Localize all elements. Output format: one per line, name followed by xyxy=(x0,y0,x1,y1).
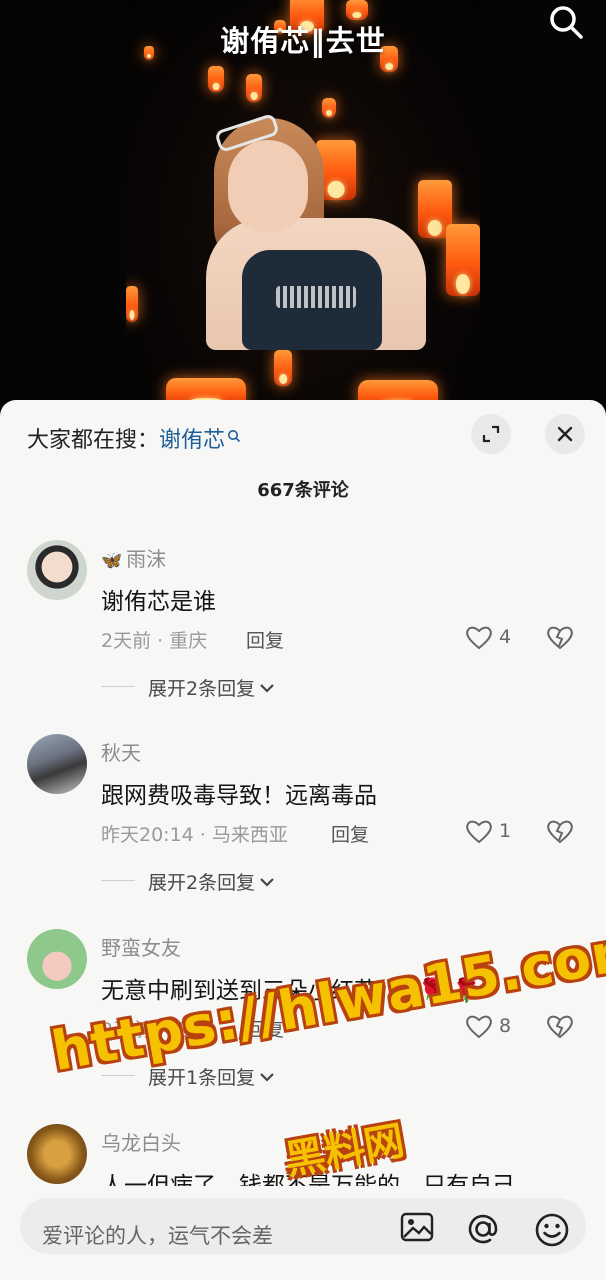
broken-heart-icon xyxy=(547,626,573,650)
expand-replies-button[interactable]: 展开1条回复 xyxy=(148,1063,275,1090)
dislike-button[interactable] xyxy=(546,818,574,848)
chevron-down-icon xyxy=(260,1072,274,1082)
image-icon[interactable] xyxy=(400,1212,434,1246)
divider xyxy=(101,880,135,881)
like-button[interactable]: 8 xyxy=(465,1013,511,1039)
avatar[interactable] xyxy=(27,1124,87,1184)
comment-meta: 昨天20:14 · 马来西亚 xyxy=(101,824,288,846)
comment-text: 跟网费吸毒导致！远离毒品 xyxy=(101,783,377,809)
dislike-button[interactable] xyxy=(546,624,574,654)
video-person xyxy=(206,112,426,350)
broken-heart-icon xyxy=(547,1015,573,1039)
video-player[interactable]: 谢侑芯‖去世 xyxy=(0,0,606,420)
expand-icon xyxy=(482,425,500,443)
comment-username[interactable]: 乌龙白头 xyxy=(101,1127,181,1156)
video-title: 谢侑芯‖去世 xyxy=(220,24,386,58)
like-count: 1 xyxy=(499,820,512,842)
comment-meta: 2天前 · 重庆 xyxy=(101,630,208,652)
mention-icon[interactable] xyxy=(466,1212,500,1250)
like-button[interactable]: 1 xyxy=(465,818,511,844)
comment-username[interactable]: 野蛮女友 xyxy=(101,932,181,961)
comment-username[interactable]: 秋天 xyxy=(101,737,141,766)
heart-icon xyxy=(466,626,492,650)
emoji-icon[interactable] xyxy=(534,1212,570,1252)
heart-icon xyxy=(466,1015,492,1039)
expand-replies-button[interactable]: 展开2条回复 xyxy=(148,868,275,895)
close-button[interactable] xyxy=(545,414,585,454)
reply-button[interactable]: 回复 xyxy=(246,626,284,653)
close-icon xyxy=(557,426,573,442)
chevron-down-icon xyxy=(260,683,274,693)
like-count: 8 xyxy=(499,1015,512,1037)
mini-search-icon xyxy=(227,424,241,449)
divider xyxy=(101,686,135,687)
heart-icon xyxy=(466,820,492,844)
expand-sheet-button[interactable] xyxy=(471,414,511,454)
expand-replies-button[interactable]: 展开2条回复 xyxy=(148,674,275,701)
dislike-button[interactable] xyxy=(546,1013,574,1043)
comment-item: 🦋 雨沫 谢侑芯是谁 2天前 · 重庆 回复 4 展开2条回复 xyxy=(0,540,606,736)
broken-heart-icon xyxy=(547,820,573,844)
comment-input-bar: 爱评论的人，运气不会差 xyxy=(0,1186,606,1280)
comment-text: 谢侑芯是谁 xyxy=(101,589,216,615)
comment-count: 667条评论 xyxy=(257,480,349,501)
reply-button[interactable]: 回复 xyxy=(331,820,369,847)
like-button[interactable]: 4 xyxy=(465,624,511,650)
avatar[interactable] xyxy=(27,734,87,794)
search-icon[interactable] xyxy=(548,4,584,40)
trending-keyword[interactable]: 谢侑芯 xyxy=(159,428,225,453)
trending-prefix: 大家都在搜： xyxy=(27,428,160,453)
chevron-down-icon xyxy=(260,877,274,887)
like-count: 4 xyxy=(499,626,512,648)
comment-username[interactable]: 🦋 雨沫 xyxy=(101,543,166,572)
avatar[interactable] xyxy=(27,540,87,600)
divider xyxy=(101,1075,135,1076)
butterfly-icon: 🦋 xyxy=(101,551,123,571)
trending-search[interactable]: 大家都在搜：谢侑芯 xyxy=(27,422,241,454)
comment-input-placeholder[interactable]: 爱评论的人，运气不会差 xyxy=(42,1220,273,1250)
comment-item: 秋天 跟网费吸毒导致！远离毒品 昨天20:14 · 马来西亚 回复 1 展开2条… xyxy=(0,734,606,930)
avatar[interactable] xyxy=(27,929,87,989)
